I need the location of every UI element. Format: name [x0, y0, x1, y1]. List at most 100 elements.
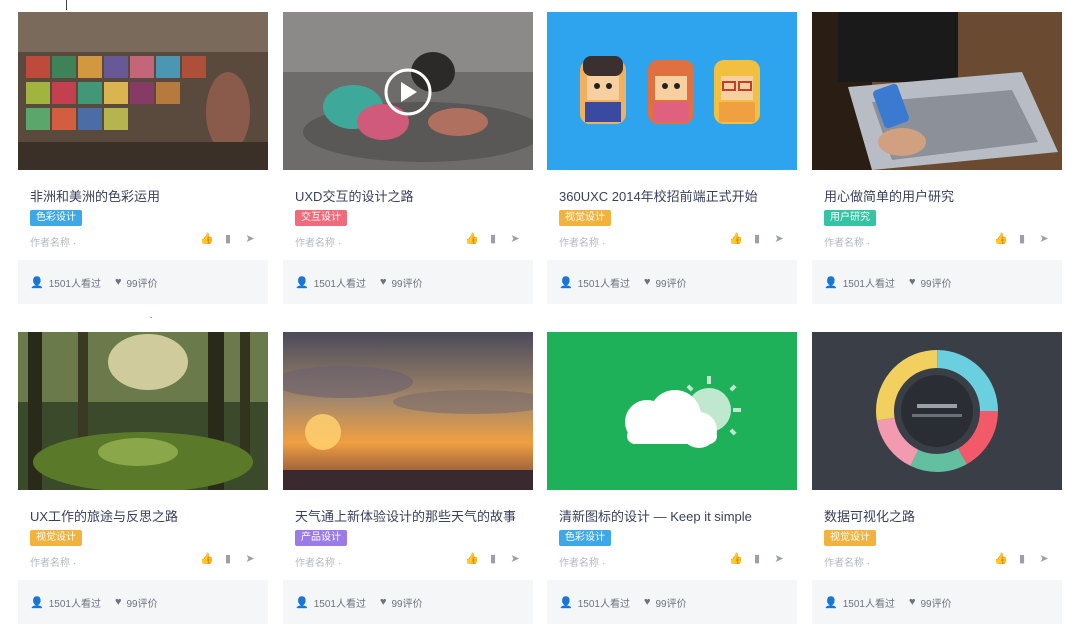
card-thumbnail[interactable] [283, 332, 533, 490]
share-icon[interactable]: ➤ [509, 233, 521, 245]
card-thumbnail[interactable] [547, 12, 797, 170]
likes-count: 99评价 [920, 598, 952, 610]
share-icon[interactable]: ➤ [509, 553, 521, 565]
article-card[interactable]: 360UXC 2014年校招前端正式开始 视觉设计作者名称 · 👍 ▮ ➤ 👤 1501人看… [547, 12, 797, 317]
article-card[interactable]: 数据可视化之路 视觉设计 作者名称 · 👍 ▮ ➤ 👤 1501人看过 ♥ 99评价 [812, 332, 1062, 626]
card-title[interactable]: UX工作的旅途与反思之路 [30, 506, 260, 525]
likes-count: 99评价 [920, 278, 952, 290]
likes-stat[interactable]: ♥ 99评价 [909, 595, 952, 610]
category-tag[interactable]: 交互设计 [295, 210, 347, 226]
heart-icon: ♥ [114, 596, 122, 608]
thumbs-up-icon[interactable]: 👍 [994, 553, 1008, 565]
category-tag[interactable]: 色彩设计 [30, 210, 82, 226]
category-tag[interactable]: 视觉设计 [30, 530, 82, 546]
likes-stat[interactable]: ♥ 99评价 [644, 275, 687, 290]
card-title[interactable]: 非洲和美洲的色彩运用 [30, 186, 260, 205]
category-tag[interactable]: 用户研究 [824, 210, 876, 226]
share-icon[interactable]: ➤ [244, 233, 256, 245]
user-icon: 👤 [295, 276, 309, 289]
card-author: 作者名称 · [559, 238, 606, 249]
views-stat: 👤 1501人看过 [295, 275, 366, 290]
bookmark-icon[interactable]: ▮ [487, 553, 499, 565]
views-stat: 👤 1501人看过 [559, 595, 630, 610]
likes-stat[interactable]: ♥ 99评价 [644, 595, 687, 610]
top-marker-line [66, 0, 67, 10]
card-actions: 👍 ▮ ➤ [729, 553, 785, 565]
views-count: 1501人看过 [313, 598, 366, 610]
thumbs-up-icon[interactable]: 👍 [200, 553, 214, 565]
user-icon: 👤 [824, 276, 838, 289]
card-footer: 👤 1501人看过 ♥ 99评价 [283, 260, 533, 304]
heart-icon: ♥ [379, 596, 387, 608]
article-card[interactable]: 用心做简单的用户研究 用户研究 作者名称 · 👍 ▮ ➤ 👤 1501人看过 ♥ 99评价 [812, 12, 1062, 317]
user-icon: 👤 [559, 276, 573, 289]
views-count: 1501人看过 [313, 278, 366, 290]
thumbs-up-icon[interactable]: 👍 [465, 233, 479, 245]
card-author: 作者名称 · [559, 558, 606, 569]
article-card[interactable]: 清新图标的设计 — Keep it simple 色彩设计作者名称 · 👍 ▮ ➤ 👤 15… [547, 332, 797, 626]
likes-stat[interactable]: ♥ 99评价 [115, 275, 158, 290]
bookmark-icon[interactable]: ▮ [487, 233, 499, 245]
category-tag[interactable]: 视觉设计 [559, 210, 611, 226]
card-thumbnail[interactable] [283, 12, 533, 170]
article-card[interactable]: 天气通上新体验设计的那些天气的故事 产品设计 作者名称 · 👍 ▮ ➤ 👤 1501人看过 ♥ 9… [283, 332, 533, 626]
card-title[interactable]: 天气通上新体验设计的那些天气的故事 [295, 506, 525, 525]
likes-stat[interactable]: ♥ 99评价 [115, 595, 158, 610]
thumbs-up-icon[interactable]: 👍 [729, 233, 743, 245]
card-actions: 👍 ▮ ➤ [465, 553, 521, 565]
card-actions: 👍 ▮ ➤ [994, 553, 1050, 565]
likes-stat[interactable]: ♥ 99评价 [380, 275, 423, 290]
heart-icon: ♥ [643, 596, 651, 608]
bookmark-icon[interactable]: ▮ [222, 233, 234, 245]
card-thumbnail[interactable] [547, 332, 797, 490]
article-card[interactable]: UXD交互的设计之路 交互设计作者名称 · 👍 ▮ ➤ 👤 1501人看过 ♥ 99评价 [283, 12, 533, 317]
bookmark-icon[interactable]: ▮ [751, 553, 763, 565]
views-count: 1501人看过 [48, 278, 101, 290]
card-thumbnail[interactable] [812, 12, 1062, 170]
category-tag[interactable]: 色彩设计 [559, 530, 611, 546]
bookmark-icon[interactable]: ▮ [1016, 553, 1028, 565]
heart-icon: ♥ [643, 276, 651, 288]
thumbs-up-icon[interactable]: 👍 [200, 233, 214, 245]
category-tag[interactable]: 视觉设计 [824, 530, 876, 546]
thumbs-up-icon[interactable]: 👍 [465, 553, 479, 565]
share-icon[interactable]: ➤ [773, 553, 785, 565]
card-author: 作者名称 · [295, 238, 342, 249]
card-title[interactable]: 用心做简单的用户研究 [824, 186, 1054, 205]
card-thumbnail[interactable] [812, 332, 1062, 490]
card-footer: 👤 1501人看过 ♥ 99评价 [18, 580, 268, 624]
card-title[interactable]: UXD交互的设计之路 [295, 186, 525, 205]
share-icon[interactable]: ➤ [244, 553, 256, 565]
views-stat: 👤 1501人看过 [30, 595, 101, 610]
share-icon[interactable]: ➤ [1038, 233, 1050, 245]
card-footer: 👤 1501人看过 ♥ 99评价 [812, 260, 1062, 304]
card-title[interactable]: 清新图标的设计 — Keep it simple [559, 506, 789, 525]
category-tag[interactable]: 产品设计 [295, 530, 347, 546]
article-card-grid: ⇣ 非洲和美洲的色彩运用 [0, 0, 1066, 626]
thumbs-up-icon[interactable]: 👍 [729, 553, 743, 565]
card-footer: 👤 1501人看过 ♥ 99评价 [547, 260, 797, 304]
likes-stat[interactable]: ♥ 99评价 [380, 595, 423, 610]
card-thumbnail[interactable] [18, 12, 268, 170]
card-footer: 👤 1501人看过 ♥ 99评价 [547, 580, 797, 624]
views-stat: 👤 1501人看过 [559, 275, 630, 290]
bookmark-icon[interactable]: ▮ [1016, 233, 1028, 245]
thumbs-up-icon[interactable]: 👍 [994, 233, 1008, 245]
likes-stat[interactable]: ♥ 99评价 [909, 275, 952, 290]
article-card[interactable]: UX工作的旅途与反思之路 视觉设计 作者名称 · 👍 ▮ ➤ 👤 1501人看过 ♥ 99评价 [18, 332, 268, 626]
card-actions: 👍 ▮ ➤ [200, 553, 256, 565]
card-footer: 👤 1501人看过 ♥ 99评价 [18, 260, 268, 304]
heart-icon: ♥ [908, 596, 916, 608]
card-title[interactable]: 数据可视化之路 [824, 506, 1054, 525]
share-icon[interactable]: ➤ [773, 233, 785, 245]
likes-count: 99评价 [126, 598, 158, 610]
card-thumbnail[interactable] [18, 332, 268, 490]
views-count: 1501人看过 [577, 278, 630, 290]
likes-count: 99评价 [126, 278, 158, 290]
bookmark-icon[interactable]: ▮ [222, 553, 234, 565]
bookmark-icon[interactable]: ▮ [751, 233, 763, 245]
article-card[interactable]: 非洲和美洲的色彩运用 色彩设计 作者名称 · 👍 ▮ ➤ 👤 1501人看过 ♥ 99评价 [18, 12, 268, 317]
heart-icon: ♥ [379, 276, 387, 288]
share-icon[interactable]: ➤ [1038, 553, 1050, 565]
card-title[interactable]: 360UXC 2014年校招前端正式开始 [559, 186, 789, 205]
